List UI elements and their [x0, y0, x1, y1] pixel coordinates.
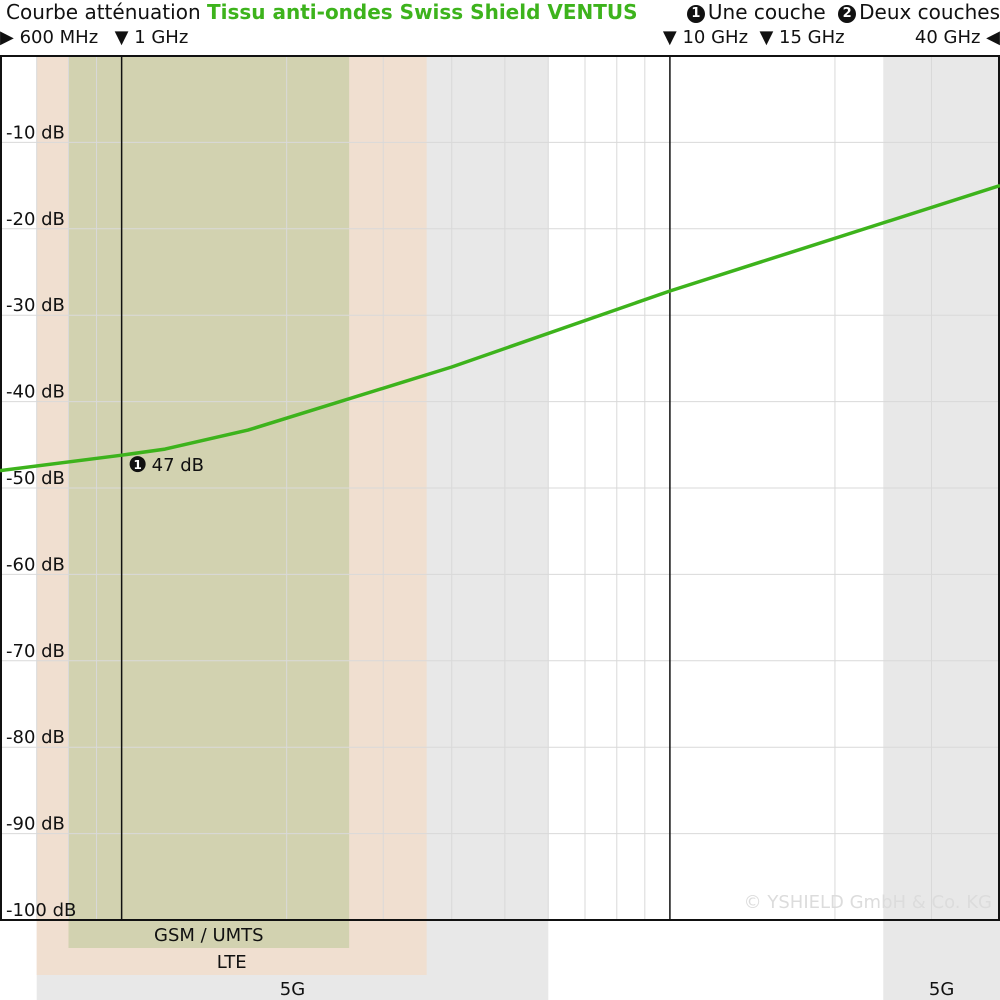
attenuation-chart: -10 dB -20 dB -30 dB -40 dB -50 dB -60 dB -70 … [0, 55, 1000, 1000]
y-tick-label: -10 dB [6, 122, 65, 143]
copyright-text: © YSHIELD GmbH & Co. KG [744, 892, 992, 913]
band-label: LTE [217, 952, 247, 973]
annotation-marker: 1 [133, 458, 141, 472]
annotation-label: 47 dB [152, 455, 204, 476]
band-areas [36, 56, 1000, 1000]
y-tick-label: -50 dB [6, 468, 65, 489]
y-tick-label: -30 dB [6, 295, 65, 316]
y-tick-label: -60 dB [6, 554, 65, 575]
y-tick-label: -20 dB [6, 209, 65, 230]
y-tick-label: -90 dB [6, 814, 65, 835]
y-tick-label: -70 dB [6, 641, 65, 662]
band-area-gsm-umts-3 [68, 56, 350, 948]
band-label: 5G [929, 979, 954, 1000]
y-tick-label: -80 dB [6, 727, 65, 748]
band-label: 5G [280, 979, 305, 1000]
band-label: GSM / UMTS [154, 925, 264, 946]
y-tick-label: -40 dB [6, 382, 65, 403]
y-tick-label: -100 dB [6, 900, 76, 921]
band-area-5g-1 [883, 56, 1000, 1000]
